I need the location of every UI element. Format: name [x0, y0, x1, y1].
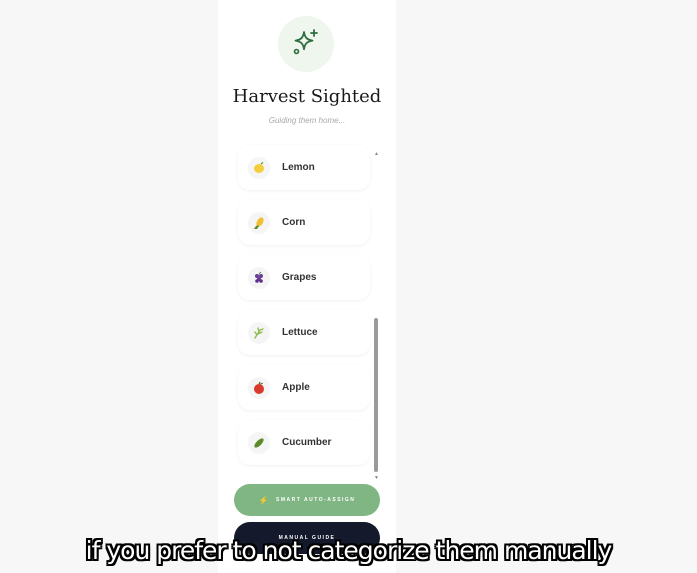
list-item-lettuce[interactable]: Lettuce	[238, 310, 370, 355]
list-item-label: Corn	[282, 217, 306, 228]
sparkles-icon	[291, 27, 321, 62]
list-item-label: Lettuce	[282, 327, 318, 338]
smart-auto-assign-label: SMART AUTO-ASSIGN	[276, 497, 356, 503]
lemon-icon	[248, 156, 270, 179]
list-item-label: Apple	[282, 382, 310, 393]
list-item-cucumber[interactable]: Cucumber	[238, 420, 370, 465]
smart-auto-assign-button[interactable]: ⚡ SMART AUTO-ASSIGN	[234, 484, 380, 516]
scroll-down-arrow-icon[interactable]: ▼	[374, 476, 379, 481]
list-item-label: Grapes	[282, 272, 317, 283]
scroll-thumb[interactable]	[374, 318, 378, 472]
produce-list: Lemon Corn Grapes Lettuce Apple Cucumber	[238, 145, 370, 475]
lightning-icon: ⚡	[258, 495, 271, 505]
video-caption: if you prefer to not categorize them man…	[85, 536, 613, 565]
list-item-grapes[interactable]: Grapes	[238, 255, 370, 300]
screen: Harvest Sighted Guiding them home... Lem…	[0, 0, 697, 573]
app-title: Harvest Sighted	[232, 86, 382, 107]
list-item-corn[interactable]: Corn	[238, 200, 370, 245]
app-panel: Harvest Sighted Guiding them home... Lem…	[218, 0, 396, 573]
list-item-lemon[interactable]: Lemon	[238, 145, 370, 190]
apple-icon	[248, 376, 270, 399]
list-scrollbar[interactable]: ▲ ▼	[374, 152, 379, 482]
app-subtitle: Guiding them home...	[268, 116, 346, 125]
list-item-label: Cucumber	[282, 437, 332, 448]
corn-icon	[248, 211, 270, 234]
list-item-label: Lemon	[282, 162, 315, 173]
grapes-icon	[248, 266, 270, 289]
app-badge	[278, 16, 334, 72]
cucumber-icon	[248, 431, 270, 454]
lettuce-icon	[248, 321, 270, 344]
scroll-up-arrow-icon[interactable]: ▲	[374, 152, 379, 157]
list-item-apple[interactable]: Apple	[238, 365, 370, 410]
